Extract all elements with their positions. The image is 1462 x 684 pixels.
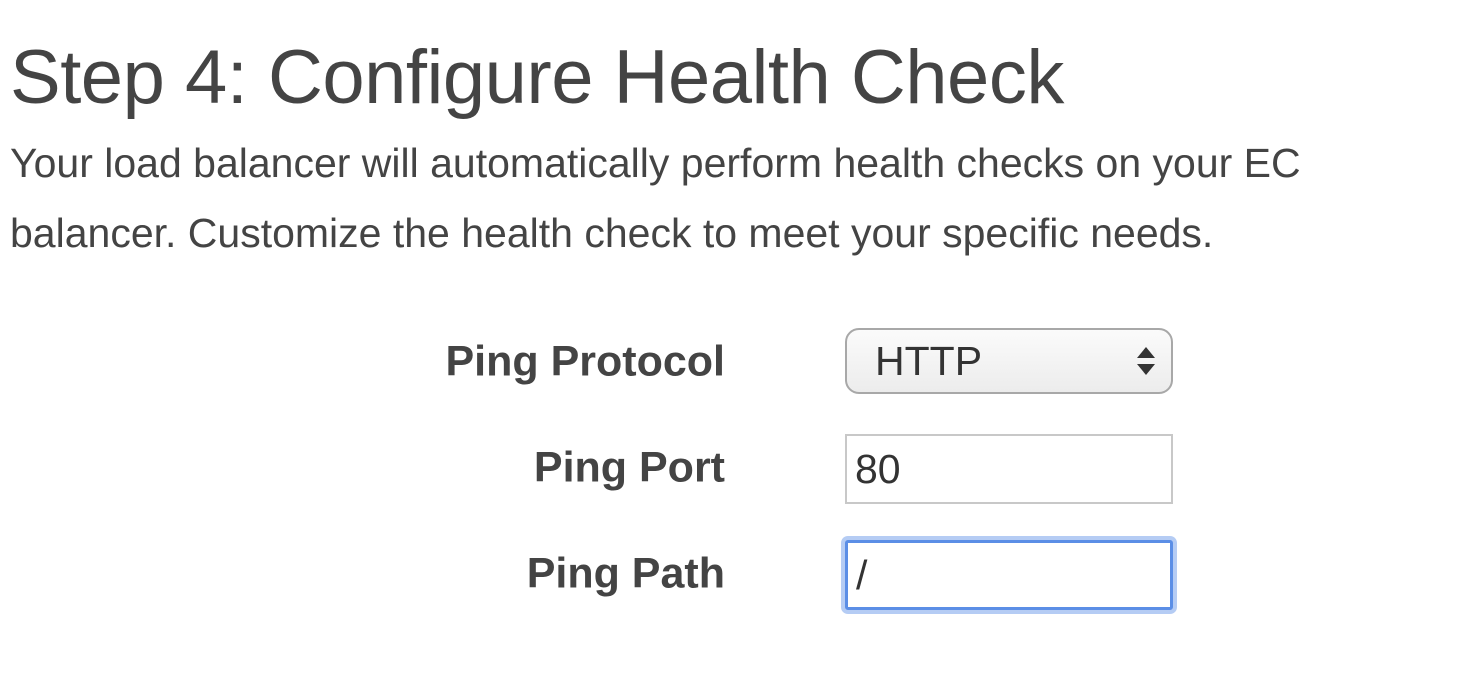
up-down-chevron-icon: [1137, 347, 1155, 375]
ping-port-label: Ping Port: [533, 443, 725, 492]
page-description: Your load balancer will automatically pe…: [10, 128, 1462, 268]
ping-path-row: Ping Path: [0, 534, 1462, 614]
ping-protocol-row: Ping Protocol HTTP: [0, 322, 1462, 402]
page-title: Step 4: Configure Health Check: [10, 35, 1064, 120]
description-line-2: balancer. Customize the health check to …: [10, 210, 1214, 256]
chevron-up-icon: [1137, 347, 1155, 358]
ping-protocol-select[interactable]: HTTP: [845, 328, 1173, 394]
ping-path-input[interactable]: [845, 540, 1173, 610]
ping-port-row: Ping Port: [0, 428, 1462, 508]
description-line-1: Your load balancer will automatically pe…: [10, 140, 1301, 186]
ping-protocol-label: Ping Protocol: [445, 337, 726, 386]
ping-port-input[interactable]: [845, 434, 1173, 504]
ping-path-label: Ping Path: [526, 549, 725, 598]
ping-protocol-selected-value: HTTP: [875, 337, 983, 384]
chevron-down-icon: [1137, 364, 1155, 375]
